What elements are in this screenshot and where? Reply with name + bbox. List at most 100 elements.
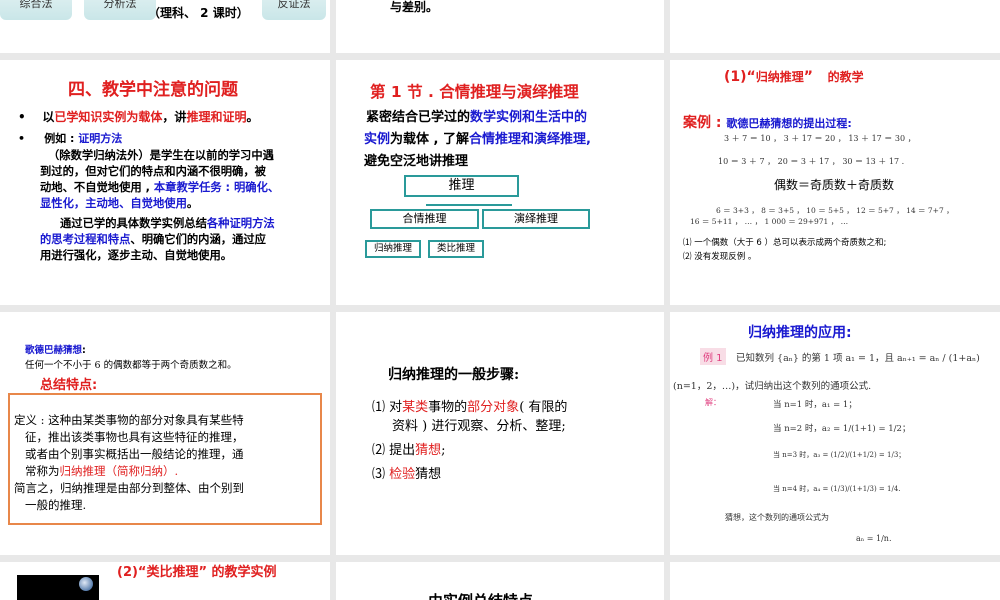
- t: 歌德巴赫猜想: [25, 345, 83, 356]
- slide-thumbnail-difference[interactable]: 与差别。: [336, 0, 664, 53]
- t: 合情推理和演绎推理,: [469, 132, 591, 147]
- t: 归纳推理: [755, 70, 804, 84]
- t: ”: [803, 69, 813, 85]
- conclusion-2: ⑵ 没有发现反例 。: [683, 252, 757, 262]
- line: 到过的，但对它们的特点和内涵不很明确，被: [40, 165, 266, 178]
- method-button-contradiction: 反证法: [262, 0, 326, 20]
- slide-title: 由实例总结特点: [428, 590, 533, 600]
- t: ⑵ 提出: [372, 443, 416, 458]
- line: 一般的推理.: [25, 498, 87, 512]
- question-line-2: (n=1，2，…)，试归纳出这个数列的通项公式.: [673, 381, 872, 392]
- slide-thumbnail-application[interactable]: 归纳推理的应用: 例 1 已知数列 {aₙ} 的第 1 项 a₁ = 1，且 a…: [670, 312, 1000, 555]
- t: 实例: [364, 132, 391, 147]
- t: 检验: [389, 467, 416, 482]
- t: 各种证明方法: [206, 217, 275, 230]
- t: 以: [42, 110, 55, 124]
- guess-text: 猜想，这个数列的通项公式为: [725, 513, 829, 522]
- text-line-1: 紧密结合已学过的数学实例和生活中的: [366, 106, 587, 125]
- t: 推理和证明: [186, 110, 247, 124]
- solution-step: 当 n=1 时，a₁ = 1；: [773, 400, 857, 410]
- t: 猜想: [415, 443, 442, 458]
- t: 显性化，主动地、自觉地使用: [40, 197, 187, 210]
- t: 数学实例和生活中的: [470, 110, 588, 125]
- conjecture-label: 歌德巴赫猜想:: [25, 342, 86, 356]
- slide-title: 四、教学中注意的问题: [68, 80, 238, 100]
- diagram-node-deductive: 演绎推理: [482, 209, 590, 229]
- solution-step: 当 n=3 时，a₃ = (1/2)/(1+1/2) = 1/3；: [773, 451, 906, 459]
- diagram-node-analogical: 类比推理: [428, 240, 484, 258]
- t: ⑴ 对: [372, 400, 403, 415]
- text-line-3: 避免空泛地讲推理: [364, 154, 469, 169]
- t: ( 有限的: [519, 400, 568, 415]
- slide-thumbnail-definition[interactable]: 歌德巴赫猜想: 任何一个不小于 6 的偶数都等于两个奇质数之和。 总结特点: 定…: [0, 312, 330, 555]
- t: 已学知识实例为载体: [54, 110, 163, 124]
- conjecture-text: 任何一个不小于 6 的偶数都等于两个奇质数之和。: [25, 360, 237, 371]
- t: (1)“: [724, 69, 756, 85]
- equation-line: 3 ＋ 7 ＝ 10 ， 3 ＋ 17 ＝ 20 ， 13 ＋ 17 ＝ 30 …: [724, 134, 916, 143]
- t: 证明方法: [78, 132, 123, 145]
- t: 部分对象: [467, 400, 520, 415]
- method-button-analysis: 分析法: [84, 0, 156, 20]
- case-heading: 案例 : 歌德巴赫猜想的提出过程:: [683, 112, 852, 132]
- line: 简言之，归纳推理是由部分到整体、由个别到: [14, 481, 244, 495]
- slide-title: 归纳推理的应用:: [748, 325, 852, 341]
- slide-thumbnail-analogy[interactable]: (2)“类比推理” 的教学实例: [0, 562, 330, 600]
- equation-line: 6 ＝ 3+3 ， 8 ＝ 3+5 ， 10 ＝ 5+5 ， 12 ＝ 5+7 …: [716, 206, 954, 215]
- line: 征，推出该类事物也具有这些特征的推理，: [25, 430, 244, 444]
- hours-note: （理科、 2 课时）: [148, 6, 249, 20]
- earth-icon: [79, 577, 93, 591]
- slide-thumbnail-teaching-issues[interactable]: 四、教学中注意的问题 • 以已学知识实例为载体，讲推理和证明。 • 例如 : 证…: [0, 60, 330, 305]
- conclusion-1: ⑴ 一个偶数（大于 6 ）总可以表示成两个奇质数之和;: [683, 238, 887, 248]
- slide-thumbnail-section1[interactable]: 第 1 节 . 合情推理与演绎推理 紧密结合已学过的数学实例和生活中的 实例为载…: [336, 60, 664, 305]
- solution-step: 当 n=2 时，a₂ = 1/(1+1) = 1/2；: [773, 424, 911, 434]
- diagram-node-plausible: 合情推理: [370, 209, 479, 229]
- t: 动地、不自觉地使用 ,: [40, 181, 154, 194]
- paragraph-1: （除数学归纳法外）是学生在以前的学习中遇 到过的，但对它们的特点和内涵不很明确，…: [40, 148, 279, 264]
- t: 的思考过程和特点: [40, 233, 131, 246]
- t: :: [82, 345, 86, 356]
- solution-label: 解：: [705, 398, 721, 407]
- diagram-node-inductive: 归纳推理: [365, 240, 421, 258]
- t: 通过已学的具体数学实例总结: [60, 217, 207, 230]
- bullet-2: • 例如 : 证明方法: [18, 132, 123, 145]
- t: 的教学: [827, 70, 864, 84]
- slide-thumbnail-methods[interactable]: 综合法 分析法 反证法 （理科、 2 课时）: [0, 0, 330, 53]
- slide-title: 归纳推理的一般步骤:: [388, 367, 520, 383]
- slide-thumbnail-blank[interactable]: [670, 0, 1000, 53]
- line: 资料 ) 进行观察、分析、整理;: [392, 419, 566, 434]
- t: 歌德巴赫猜想的提出过程:: [726, 117, 852, 130]
- t: 例如 :: [44, 132, 79, 145]
- t: 本章教学任务 : 明确化、: [153, 181, 280, 194]
- answer-formula: aₙ = 1/n.: [856, 534, 892, 543]
- slide-thumbnail-inductive-teaching[interactable]: (1)“归纳推理” 的教学 案例 : 歌德巴赫猜想的提出过程: 3 ＋ 7 ＝ …: [670, 60, 1000, 305]
- slide-thumbnail-summary[interactable]: 由实例总结特点: [336, 562, 664, 600]
- line: 用进行强化，逐步主动、自觉地使用。: [40, 249, 233, 262]
- t: ;: [441, 443, 446, 458]
- definition-box: 定义 : 这种由某类事物的部分对象具有某些特 征，推出该类事物也具有这些特征的推…: [8, 393, 322, 525]
- equation-line: 10 ＝ 3 ＋ 7 ， 20 ＝ 3 ＋ 17 ， 30 ＝ 13 ＋ 17 …: [718, 157, 905, 166]
- line: 定义 : 这种由某类事物的部分对象具有某些特: [14, 413, 244, 427]
- t: 案例 :: [683, 115, 727, 131]
- line: 或者由个别事实概括出一般结论的推理，通: [25, 447, 244, 461]
- example-badge: 例 1: [700, 348, 726, 365]
- method-button-synthesis: 综合法: [0, 0, 72, 20]
- t: 紧密结合已学过的: [366, 110, 471, 125]
- t: 归纳推理（简称归纳）.: [59, 464, 179, 478]
- steps-list: ⑴ 对某类事物的部分对象( 有限的 资料 ) 进行观察、分析、整理; ⑵ 提出猜…: [372, 398, 567, 484]
- t: 某类: [402, 400, 429, 415]
- text-line-2: 实例为载体 , 了解合情推理和演绎推理,: [364, 128, 591, 147]
- solution-step: 当 n=4 时，a₄ = (1/3)/(1+1/3) = 1/4.: [773, 485, 901, 493]
- line: （除数学归纳法外）是学生在以前的学习中遇: [48, 149, 274, 162]
- earth-image: [17, 575, 99, 600]
- diagram-node-reasoning: 推理: [404, 175, 519, 197]
- t: 。: [246, 110, 259, 124]
- t: ，讲: [162, 110, 187, 124]
- t: 为载体 , 了解: [390, 132, 470, 147]
- slide-thumbnail-steps[interactable]: 归纳推理的一般步骤: ⑴ 对某类事物的部分对象( 有限的 资料 ) 进行观察、分…: [336, 312, 664, 555]
- bullet-1: • 以已学知识实例为载体，讲推理和证明。: [18, 110, 259, 124]
- question-line-1: 已知数列 {aₙ} 的第 1 项 a₁ = 1，且 aₙ₊₁ = aₙ / (1…: [736, 353, 980, 364]
- t: ⑶: [372, 467, 390, 482]
- equation-line: 16 ＝ 5+11 ， … ， 1 000 ＝ 29+971 ， …: [690, 217, 849, 226]
- slide-thumbnail-next[interactable]: [670, 562, 1000, 600]
- rule-text: 偶数＝奇质数＋奇质数: [774, 178, 895, 192]
